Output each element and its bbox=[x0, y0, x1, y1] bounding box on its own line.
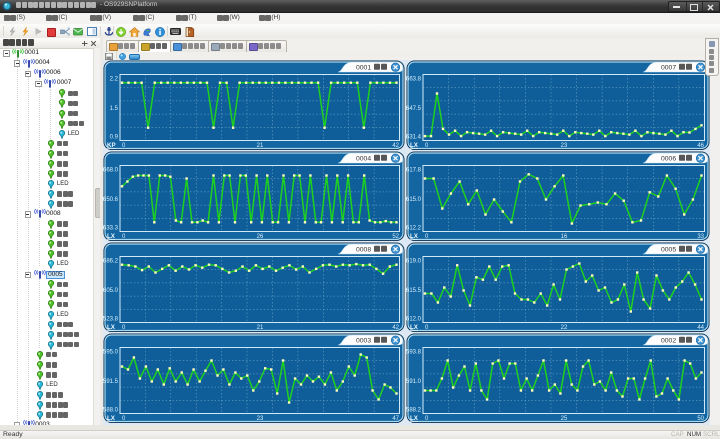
svg-text:LX: LX bbox=[107, 324, 116, 331]
svg-text:22: 22 bbox=[561, 325, 568, 331]
svg-text:0002: 0002 bbox=[661, 337, 676, 344]
svg-text:46: 46 bbox=[697, 143, 704, 149]
svg-text:33: 33 bbox=[697, 234, 704, 240]
svg-text:615.5: 615.5 bbox=[406, 288, 422, 294]
svg-text:LX: LX bbox=[107, 415, 116, 422]
svg-text:0005: 0005 bbox=[661, 246, 676, 253]
svg-text:591.5: 591.5 bbox=[103, 379, 119, 385]
svg-text:595.0: 595.0 bbox=[103, 349, 119, 355]
svg-text:633.3: 633.3 bbox=[103, 225, 119, 231]
svg-text:593.8: 593.8 bbox=[406, 349, 422, 355]
svg-text:617.8: 617.8 bbox=[406, 167, 422, 173]
svg-text:44: 44 bbox=[697, 325, 704, 331]
svg-text:650.6: 650.6 bbox=[103, 197, 119, 203]
svg-text:LX: LX bbox=[107, 233, 116, 240]
svg-text:LX: LX bbox=[410, 142, 419, 149]
svg-text:663.8: 663.8 bbox=[406, 76, 422, 82]
svg-text:605.0: 605.0 bbox=[103, 288, 119, 294]
svg-text:647.5: 647.5 bbox=[406, 106, 422, 112]
svg-text:591.0: 591.0 bbox=[406, 379, 422, 385]
svg-text:KP: KP bbox=[107, 142, 116, 149]
svg-text:615.0: 615.0 bbox=[406, 197, 422, 203]
svg-text:0001: 0001 bbox=[356, 64, 371, 71]
svg-text:25: 25 bbox=[561, 416, 568, 422]
svg-text:0007: 0007 bbox=[661, 64, 676, 71]
svg-text:0006: 0006 bbox=[661, 155, 676, 162]
svg-text:47: 47 bbox=[392, 416, 399, 422]
svg-text:686.2: 686.2 bbox=[103, 258, 119, 264]
svg-text:50: 50 bbox=[697, 416, 704, 422]
svg-text:612.0: 612.0 bbox=[406, 316, 422, 322]
svg-text:619.0: 619.0 bbox=[406, 258, 422, 264]
svg-text:668.0: 668.0 bbox=[103, 167, 119, 173]
svg-text:LX: LX bbox=[410, 415, 419, 422]
svg-text:0003: 0003 bbox=[356, 337, 371, 344]
svg-text:2.2: 2.2 bbox=[110, 76, 119, 82]
svg-text:LX: LX bbox=[410, 324, 419, 331]
svg-text:0004: 0004 bbox=[356, 155, 371, 162]
svg-text:16: 16 bbox=[561, 234, 568, 240]
svg-text:LX: LX bbox=[410, 233, 419, 240]
svg-text:1.5: 1.5 bbox=[110, 106, 119, 112]
svg-text:523.8: 523.8 bbox=[103, 316, 119, 322]
svg-text:588.0: 588.0 bbox=[103, 407, 119, 413]
svg-text:23: 23 bbox=[561, 143, 568, 149]
svg-text:42: 42 bbox=[392, 143, 399, 149]
svg-text:588.2: 588.2 bbox=[406, 407, 422, 413]
svg-text:612.2: 612.2 bbox=[406, 225, 422, 231]
svg-text:631.4: 631.4 bbox=[406, 134, 422, 140]
svg-text:21: 21 bbox=[257, 143, 264, 149]
svg-text:42: 42 bbox=[392, 325, 399, 331]
svg-text:52: 52 bbox=[392, 234, 399, 240]
svg-text:0.9: 0.9 bbox=[110, 134, 119, 140]
svg-text:0008: 0008 bbox=[356, 246, 371, 253]
svg-text:26: 26 bbox=[257, 234, 264, 240]
svg-text:21: 21 bbox=[257, 325, 264, 331]
svg-text:23: 23 bbox=[257, 416, 264, 422]
